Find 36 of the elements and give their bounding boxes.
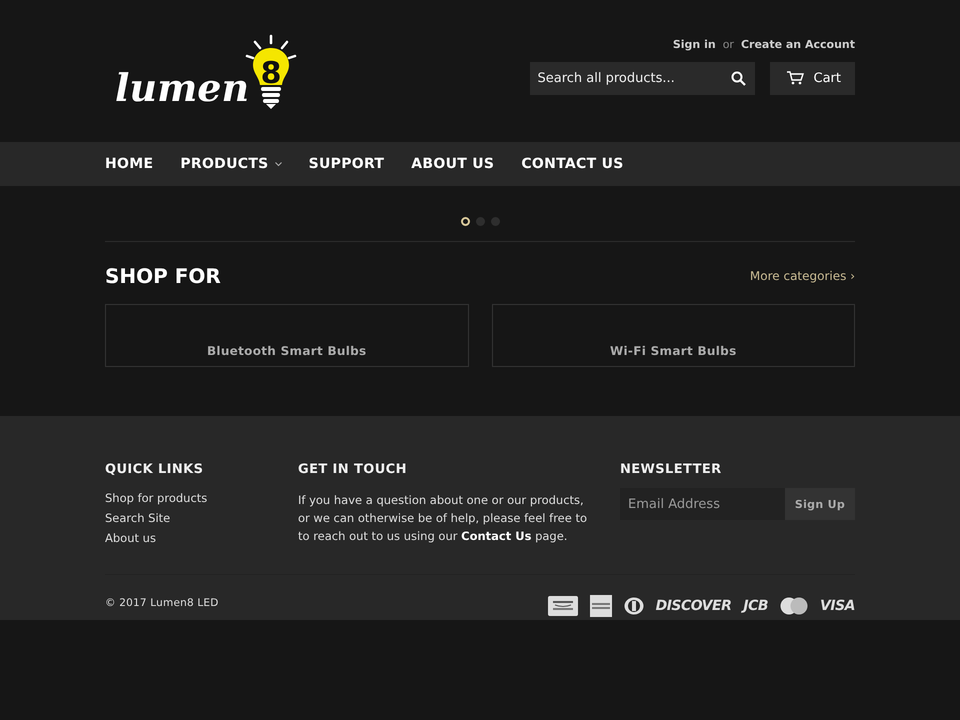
nav-link[interactable]: PRODUCTS	[180, 156, 282, 172]
contact-paragraph: If you have a question about one or our products, or we can otherwise be of help, please feel free to to reach out to us using our Contact Us page.	[298, 492, 588, 545]
sign-up-button[interactable]: Sign Up	[784, 488, 855, 520]
cart-icon	[786, 71, 804, 85]
create-account-link[interactable]: Create an Account	[740, 38, 855, 50]
footer-link[interactable]: Search Site	[105, 511, 298, 526]
sign-in-link[interactable]: Sign in	[672, 38, 716, 50]
footer-heading: NEWSLETTER	[620, 462, 723, 477]
category-card[interactable]: Wi-Fi Smart Bulbs	[492, 304, 855, 367]
caret-icon	[274, 162, 282, 166]
slider-dot[interactable]	[490, 217, 500, 226]
email-field[interactable]: Email Address	[620, 488, 785, 520]
footer-heading: GET IN TOUCH	[298, 462, 408, 477]
diners-club-icon	[624, 597, 644, 615]
nav-link[interactable]: HOME	[105, 156, 154, 172]
cart-button[interactable]: Cart	[770, 62, 855, 94]
mastercard-icon	[780, 597, 808, 615]
nav-link[interactable]: SUPPORT	[308, 156, 384, 172]
category-card[interactable]: Bluetooth Smart Bulbs	[105, 304, 468, 367]
lumen8-logo[interactable]: lumen 8	[115, 34, 298, 110]
payment-wordmark: JCB	[743, 598, 768, 614]
section-title: SHOP FOR	[105, 264, 221, 288]
separator-text: or	[722, 38, 734, 50]
footer-link[interactable]: About us	[105, 531, 298, 546]
slider-dot[interactable]	[476, 217, 484, 226]
search-icon[interactable]	[730, 70, 746, 86]
copyright-text: © 2017 Lumen8 LED	[105, 597, 219, 609]
nav-link[interactable]: CONTACT US	[521, 156, 624, 172]
payment-wordmark: DISCOVER	[656, 598, 732, 614]
slider-dot[interactable]	[460, 217, 470, 226]
footer-heading: QUICK LINKS	[105, 462, 204, 477]
more-categories-link[interactable]: More categories ›	[750, 269, 855, 283]
search-field[interactable]: Search all products...	[530, 62, 754, 94]
payment-wordmark: VISA	[820, 598, 855, 614]
footer-link[interactable]: Shop for products	[105, 491, 298, 506]
nav-link[interactable]: ABOUT US	[411, 156, 494, 172]
